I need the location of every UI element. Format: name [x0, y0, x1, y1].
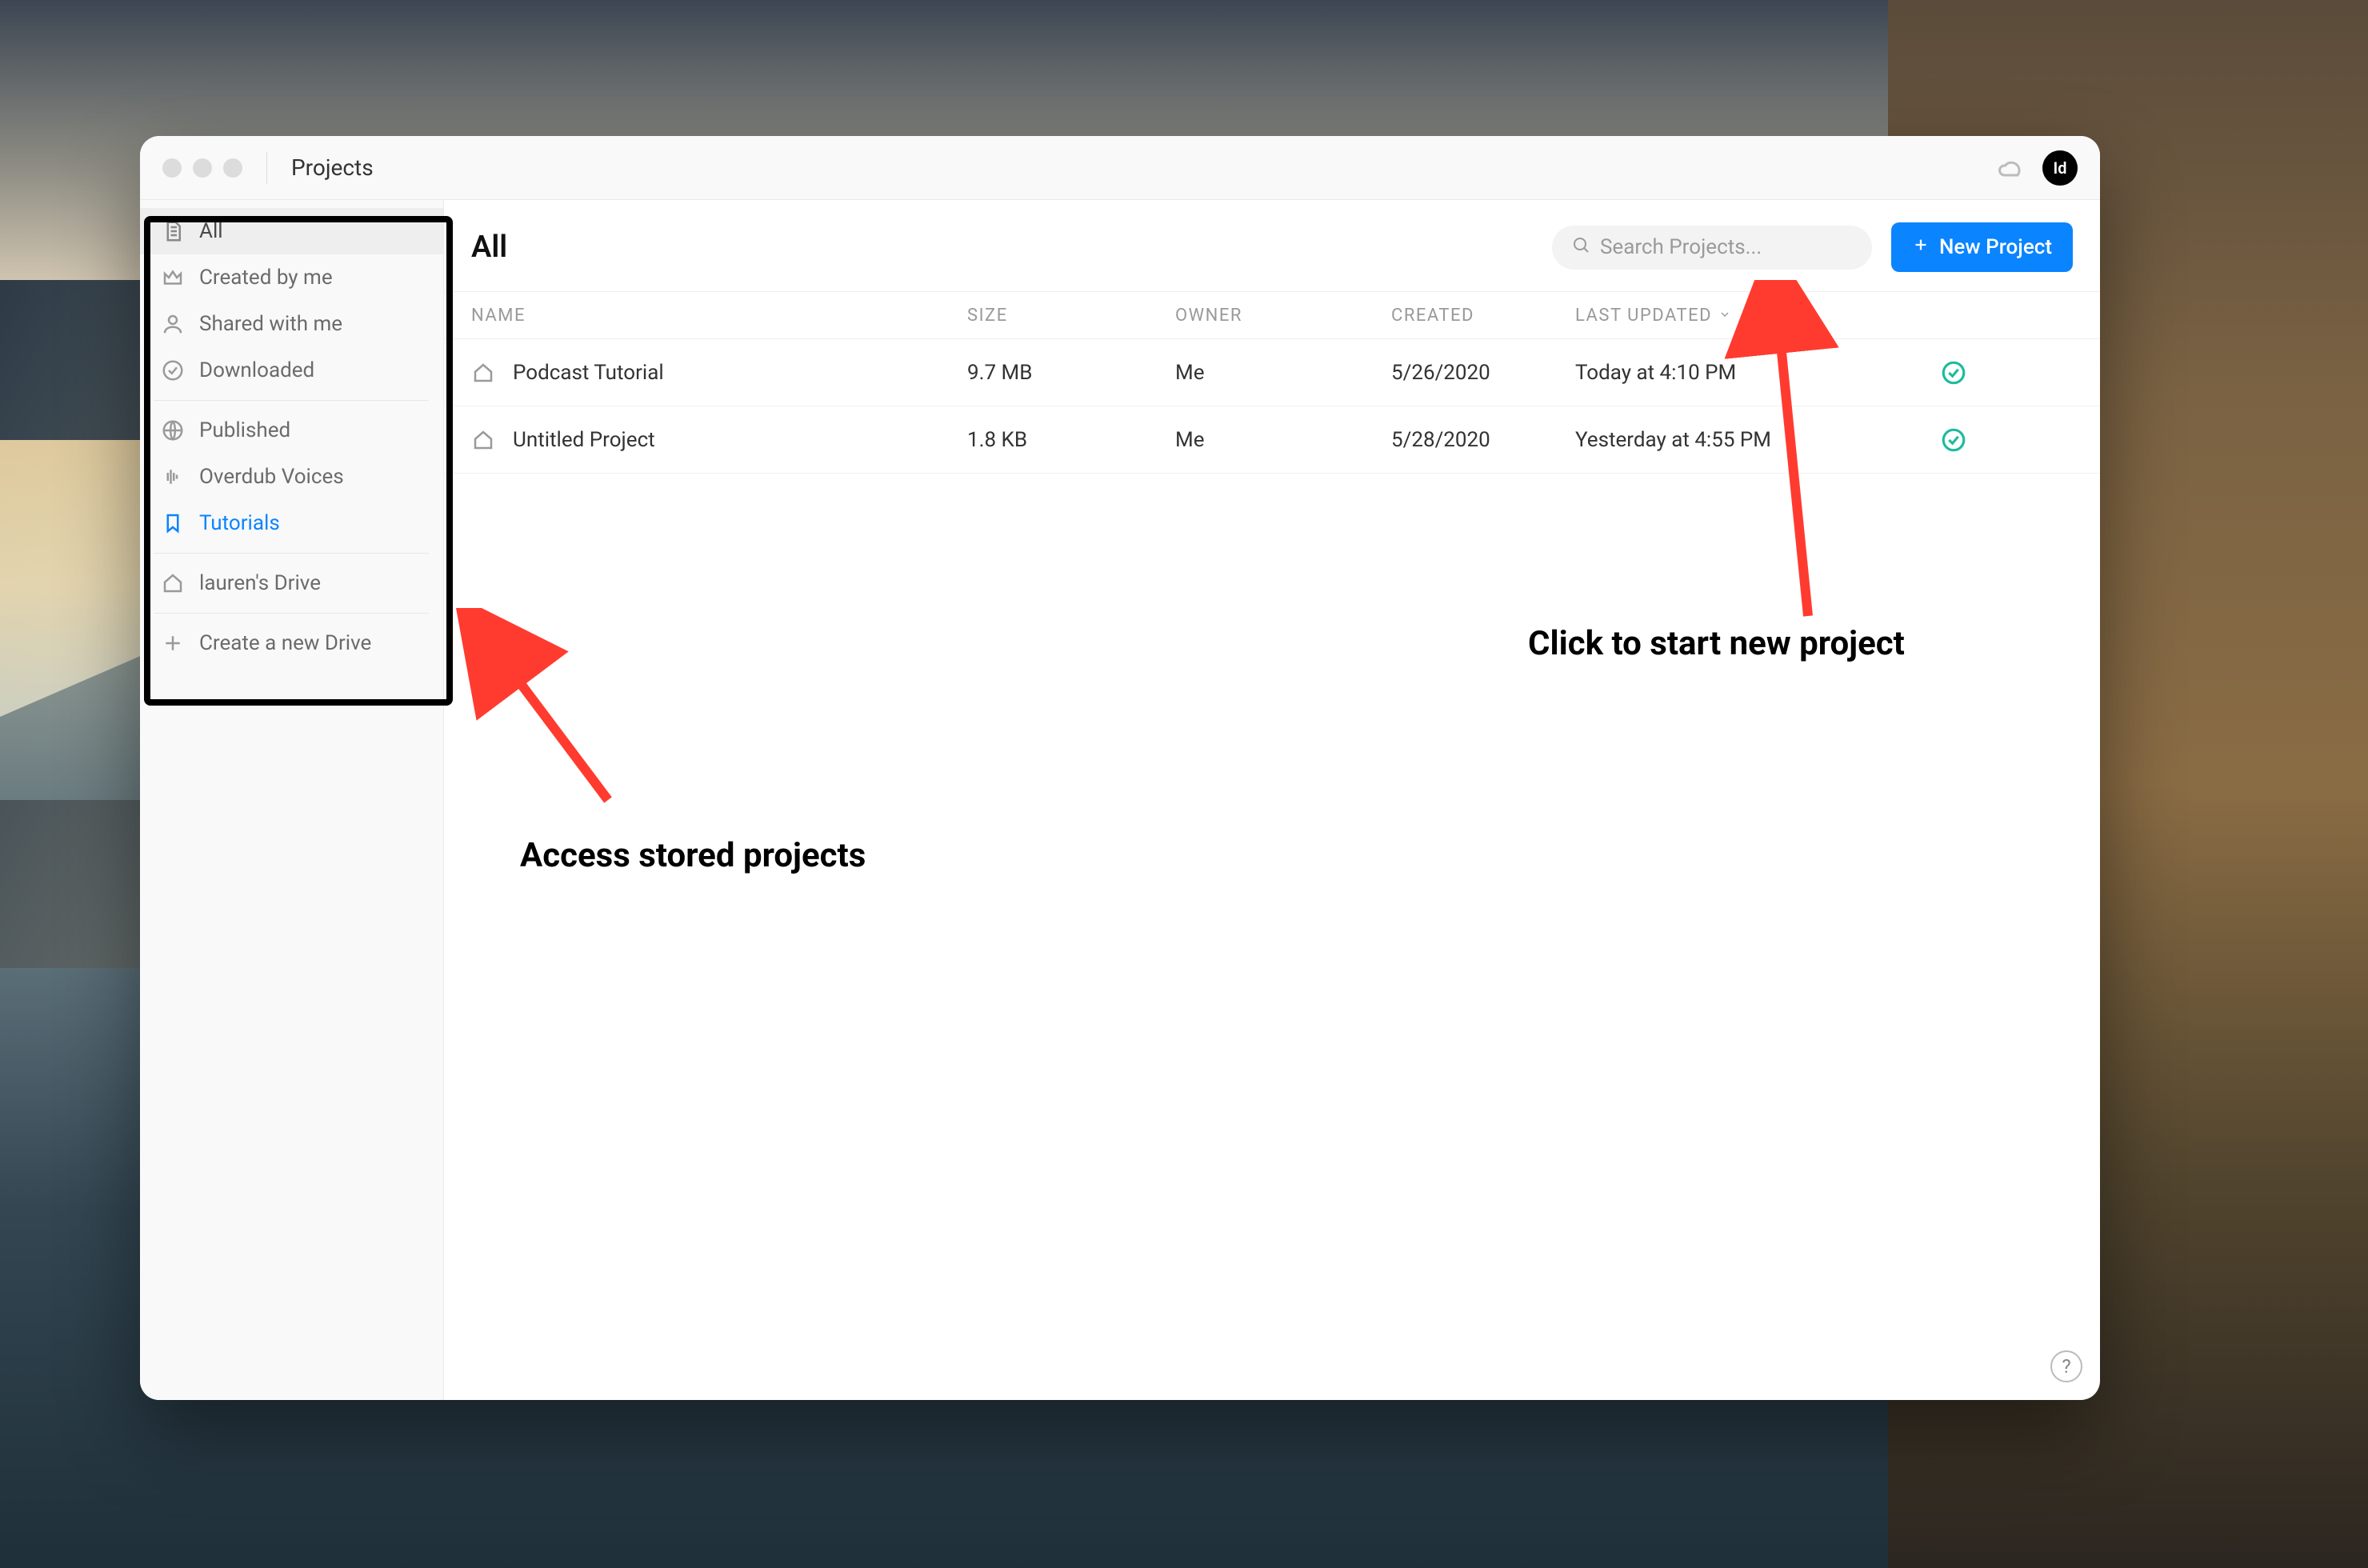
project-updated: Yesterday at 4:55 PM [1575, 428, 1879, 452]
column-size[interactable]: SIZE [967, 306, 1175, 326]
sidebar-item-label: lauren's Drive [199, 571, 321, 595]
column-name[interactable]: NAME [471, 306, 967, 326]
minimize-window-button[interactable] [193, 158, 212, 178]
search-icon [1571, 235, 1590, 260]
sidebar-item-created-by-me[interactable]: Created by me [140, 254, 443, 301]
document-icon [161, 219, 185, 243]
question-mark-icon: ? [2062, 1355, 2070, 1378]
sidebar-item-overdub-voices[interactable]: Overdub Voices [140, 454, 443, 500]
sidebar-item-all[interactable]: All [140, 208, 443, 254]
cloud-icon[interactable] [1996, 154, 2025, 182]
annotation-label-access-stored: Access stored projects [520, 836, 866, 875]
project-owner: Me [1175, 428, 1391, 452]
sidebar-item-published[interactable]: Published [140, 407, 443, 454]
new-project-label: New Project [1939, 235, 2052, 259]
home-icon [161, 571, 185, 595]
close-window-button[interactable] [162, 158, 182, 178]
project-row[interactable]: Untitled Project 1.8 KB Me 5/28/2020 Yes… [444, 406, 2100, 474]
project-owner: Me [1175, 361, 1391, 385]
search-input[interactable] [1600, 235, 1853, 259]
project-created: 5/26/2020 [1391, 361, 1575, 385]
sidebar-create-drive[interactable]: Create a new Drive [140, 620, 443, 666]
sidebar-item-downloaded[interactable]: Downloaded [140, 347, 443, 394]
column-created[interactable]: CREATED [1391, 306, 1575, 326]
page-heading: All [471, 230, 507, 265]
plus-icon [161, 631, 185, 655]
app-window: Projects Id All Created by me [140, 136, 2100, 1400]
status-synced-icon [1940, 359, 1967, 386]
window-title: Projects [291, 154, 374, 181]
sidebar-item-label: Overdub Voices [199, 465, 344, 489]
new-project-button[interactable]: New Project [1891, 222, 2073, 272]
column-last-updated[interactable]: LAST UPDATED [1575, 306, 1879, 326]
project-row[interactable]: Podcast Tutorial 9.7 MB Me 5/26/2020 Tod… [444, 339, 2100, 406]
sidebar-item-label: All [199, 219, 223, 243]
sidebar-item-drive[interactable]: lauren's Drive [140, 560, 443, 606]
project-name: Untitled Project [513, 428, 655, 452]
sidebar-item-label: Create a new Drive [199, 631, 371, 655]
titlebar: Projects Id [140, 136, 2100, 200]
sidebar-item-tutorials[interactable]: Tutorials [140, 500, 443, 546]
crown-icon [161, 266, 185, 290]
chevron-down-icon [1718, 306, 1731, 326]
maximize-window-button[interactable] [223, 158, 242, 178]
project-size: 9.7 MB [967, 361, 1175, 385]
sidebar-item-label: Downloaded [199, 358, 314, 382]
sidebar-item-label: Created by me [199, 266, 333, 290]
table-header: NAME SIZE OWNER CREATED LAST UPDATED [444, 291, 2100, 339]
project-created: 5/28/2020 [1391, 428, 1575, 452]
sidebar-item-label: Shared with me [199, 312, 342, 336]
sidebar-item-label: Tutorials [199, 511, 280, 535]
home-icon [471, 361, 495, 385]
user-avatar[interactable]: Id [2042, 150, 2078, 186]
project-updated: Today at 4:10 PM [1575, 361, 1879, 385]
status-synced-icon [1940, 426, 1967, 454]
home-icon [471, 428, 495, 452]
check-circle-icon [161, 358, 185, 382]
help-button[interactable]: ? [2050, 1350, 2082, 1382]
user-icon [161, 312, 185, 336]
window-controls [162, 158, 242, 178]
search-box[interactable] [1552, 226, 1872, 270]
sidebar-item-label: Published [199, 418, 290, 442]
globe-icon [161, 418, 185, 442]
waveform-icon [161, 465, 185, 489]
plus-icon [1912, 235, 1930, 259]
annotation-label-new-project: Click to start new project [1528, 624, 1905, 663]
main-panel: All New Project [444, 200, 2100, 1400]
bookmark-icon [161, 511, 185, 535]
column-owner[interactable]: OWNER [1175, 306, 1391, 326]
sidebar-item-shared-with-me[interactable]: Shared with me [140, 301, 443, 347]
divider [266, 152, 267, 184]
project-size: 1.8 KB [967, 428, 1175, 452]
sidebar: All Created by me Shared with me Downloa… [140, 200, 444, 1400]
project-name: Podcast Tutorial [513, 361, 664, 385]
